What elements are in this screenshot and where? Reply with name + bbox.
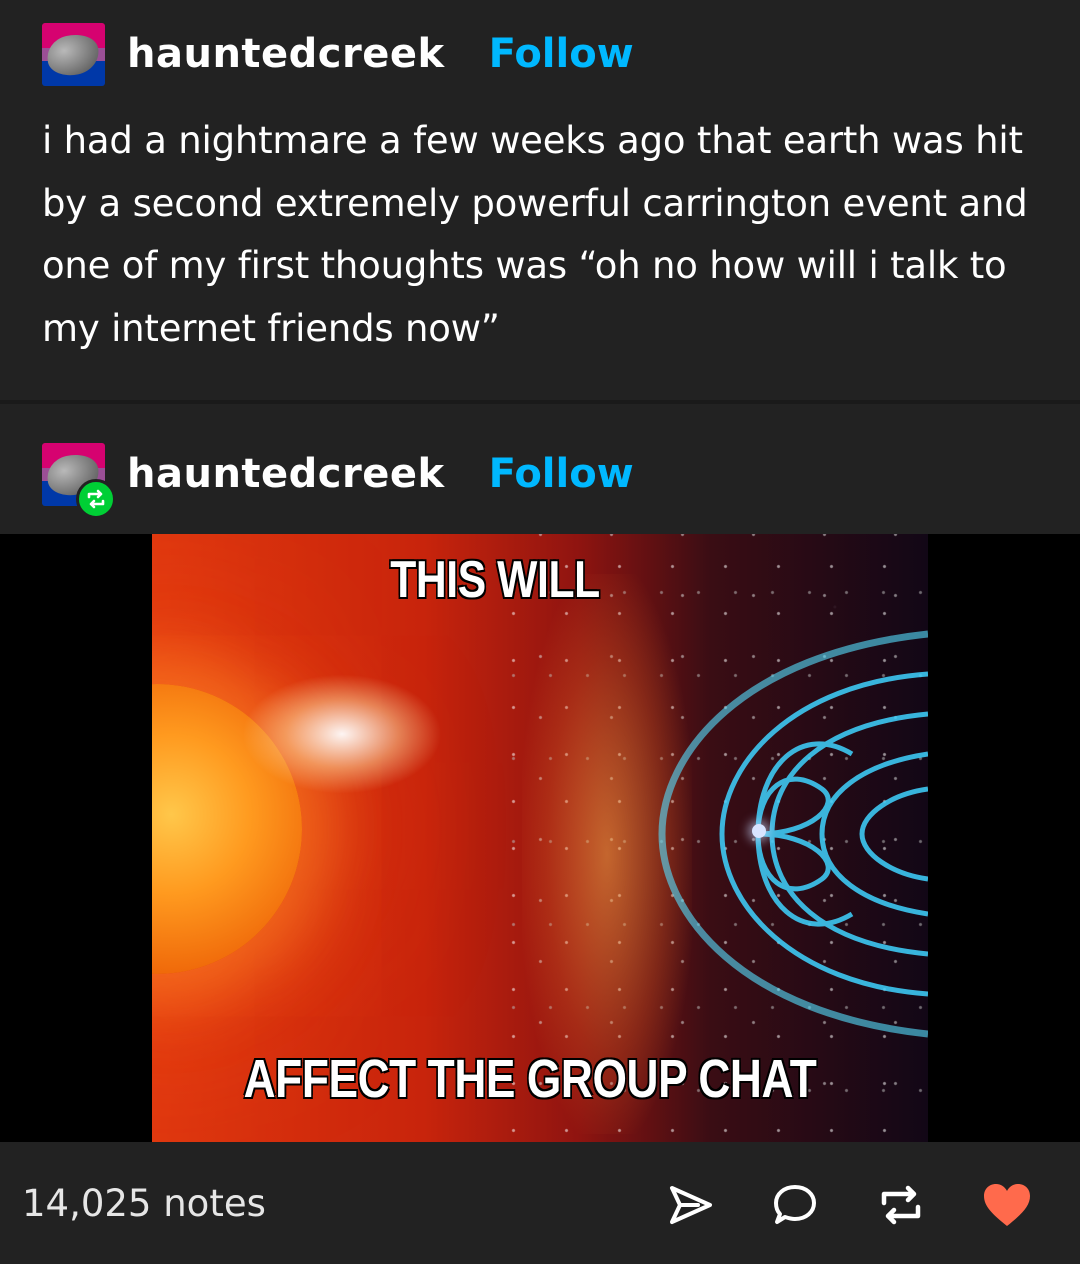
post-footer: 14,025 notes xyxy=(0,1142,1080,1264)
post-image-container: THIS WILL AFFECT THE GROUP CHAT xyxy=(0,534,1080,1142)
share-icon[interactable] xyxy=(664,1180,718,1230)
reblog-badge-icon xyxy=(76,478,116,519)
avatar[interactable] xyxy=(42,22,105,86)
magnetosphere-illustration xyxy=(658,630,928,1038)
reply-icon[interactable] xyxy=(768,1180,822,1230)
meme-image[interactable]: THIS WILL AFFECT THE GROUP CHAT xyxy=(152,534,928,1142)
meme-top-caption: THIS WILL xyxy=(390,551,600,609)
follow-button[interactable]: Follow xyxy=(489,31,634,77)
reblog-username[interactable]: hauntedcreek xyxy=(127,451,445,497)
like-icon[interactable] xyxy=(980,1180,1034,1230)
username[interactable]: hauntedcreek xyxy=(127,31,445,77)
reblog-avatar[interactable] xyxy=(42,442,116,519)
notes-count[interactable]: 14,025 notes xyxy=(22,1182,266,1225)
earth-dot xyxy=(752,824,766,838)
reblog-follow-button[interactable]: Follow xyxy=(489,451,634,497)
reblog-icon[interactable] xyxy=(874,1180,928,1230)
post-body-text: i had a nightmare a few weeks ago that e… xyxy=(42,119,1028,350)
meme-bottom-caption: AFFECT THE GROUP CHAT xyxy=(243,1049,817,1109)
reblog-header: hauntedcreek Follow xyxy=(42,442,634,519)
post-header: hauntedcreek Follow xyxy=(42,22,634,86)
original-post: hauntedcreek Follow i had a nightmare a … xyxy=(0,0,1080,400)
reblog-post: hauntedcreek Follow xyxy=(0,404,1080,534)
solar-flare xyxy=(242,674,442,794)
